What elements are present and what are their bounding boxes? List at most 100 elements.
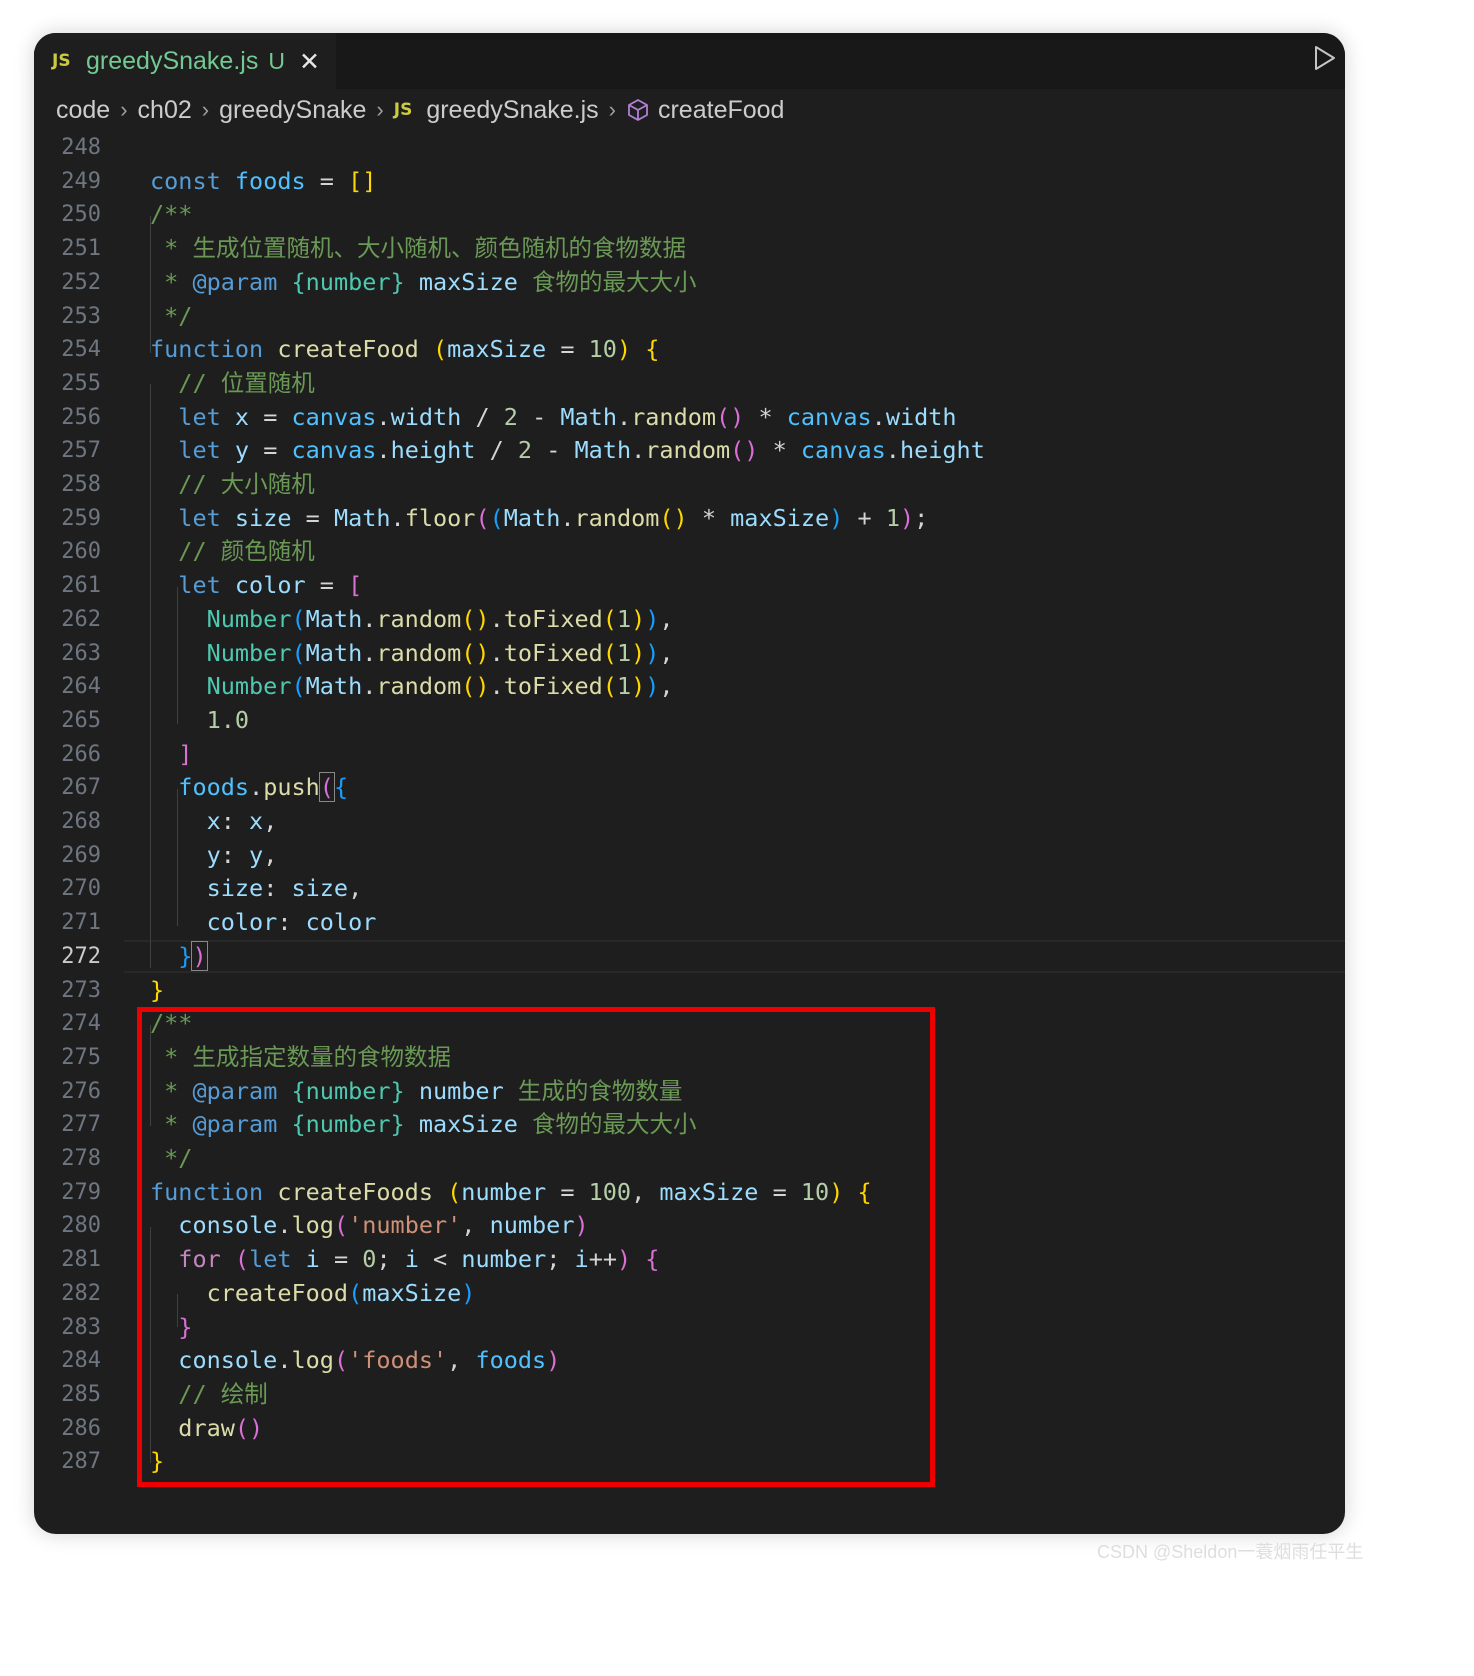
code-line[interactable]: 248 [34,131,1345,165]
breadcrumb-item-file[interactable]: greedySnake.js [426,96,598,125]
highlight-box [137,1007,935,1487]
code-token: / [461,402,504,431]
code-line[interactable]: 265 1.0 [34,704,1345,738]
code-token: random [574,503,660,532]
code-line[interactable]: 252 * @param {number} maxSize 食物的最大大小 [34,266,1345,300]
code-line[interactable]: 255 // 位置随机 [34,367,1345,401]
code-line[interactable]: 270 size: size, [34,872,1345,906]
code-token: maxSize [418,267,518,296]
line-number: 284 [61,1348,101,1374]
untracked-badge: U [268,47,285,74]
code-token: . [362,638,377,667]
code-token: Number [206,638,292,667]
code-text: let y = canvas.height / 2 - Math.random(… [150,434,985,468]
code-text: Number(Math.random().toFixed(1)), [150,670,674,704]
code-token: ] [178,739,193,768]
code-token: () [730,436,759,465]
code-token: foods [234,166,306,195]
line-number: 261 [61,573,101,599]
code-token: = [546,335,589,364]
code-token: ) [191,940,208,971]
code-line[interactable]: 267 foods.push({ [34,771,1345,805]
line-number: 269 [61,842,101,868]
code-token: 2 [503,402,518,431]
code-token: . [871,402,886,431]
code-token: . [489,604,504,633]
code-line[interactable]: 251 * 生成位置随机、大小随机、颜色随机的食物数据 [34,232,1345,266]
line-number: 263 [61,640,101,666]
code-token: + [843,503,886,532]
code-line[interactable]: 261 let color = [ [34,569,1345,603]
breadcrumb-item-ch02[interactable]: ch02 [138,96,192,125]
code-token: - [517,402,561,431]
tab-greedysnake-js[interactable]: JS greedySnake.js U ✕ [34,33,336,89]
code-line[interactable]: 249 const foods = [] [34,165,1345,199]
code-token: , [659,638,674,667]
code-token: . [362,672,377,701]
code-line[interactable]: 269 y: y, [34,839,1345,873]
code-token: ( [475,503,490,532]
code-line[interactable]: 271 color: color [34,906,1345,940]
code-token: = [305,571,349,600]
code-line[interactable]: 258 // 大小随机 [34,468,1345,502]
code-text: // 位置随机 [150,367,314,401]
code-line[interactable]: 272 }) [34,940,1345,974]
code-token: ( [602,672,617,701]
code-token: size [234,503,292,532]
code-token: ( [602,638,617,667]
breadcrumb-item-greedysnake[interactable]: greedySnake [219,96,366,125]
code-token: {number} [291,267,405,296]
code-line[interactable]: 260 // 颜色随机 [34,535,1345,569]
code-line[interactable]: 259 let size = Math.floor((Math.random()… [34,502,1345,536]
code-text: y: y, [150,839,278,873]
code-line[interactable]: 254 function createFood (maxSize = 10) { [34,333,1345,367]
breadcrumb-item-code[interactable]: code [56,96,110,125]
code-text: /** [150,198,192,232]
code-token: () [659,503,688,532]
code-token: toFixed [503,604,603,633]
code-token: let [178,503,221,532]
code-line[interactable]: 250 /** [34,198,1345,232]
code-line[interactable]: 266 ] [34,738,1345,772]
code-token: maxSize [447,335,547,364]
code-text: }) [150,940,208,974]
code-token: height [390,436,476,465]
code-token: . [362,604,377,633]
code-token: canvas [786,402,872,431]
code-token: . [885,436,900,465]
run-icon[interactable] [1309,43,1339,73]
code-line[interactable]: 253 */ [34,300,1345,334]
code-token: { [333,773,349,802]
code-text: Number(Math.random().toFixed(1)), [150,603,674,637]
breadcrumb-item-symbol[interactable]: createFood [658,96,784,125]
code-token: [] [348,166,377,195]
code-line[interactable]: 273} [34,974,1345,1008]
code-line[interactable]: 256 let x = canvas.width / 2 - Math.rand… [34,401,1345,435]
code-line[interactable]: 264 Number(Math.random().toFixed(1)), [34,670,1345,704]
code-token: canvas [800,436,886,465]
code-token: Number [206,672,292,701]
chevron-right-icon: › [608,97,616,122]
line-number: 250 [61,202,101,228]
code-line[interactable]: 257 let y = canvas.height / 2 - Math.ran… [34,434,1345,468]
line-number: 265 [61,707,101,733]
chevron-right-icon: › [201,97,210,122]
line-number: 270 [61,876,101,902]
code-line[interactable]: 263 Number(Math.random().toFixed(1)), [34,637,1345,671]
close-icon[interactable]: ✕ [299,47,320,76]
code-token: ) [645,604,660,633]
code-token: . [489,672,504,701]
code-token: ( [291,638,306,667]
code-line[interactable]: 268 x: x, [34,805,1345,839]
code-line[interactable]: 262 Number(Math.random().toFixed(1)), [34,603,1345,637]
code-token: // 大小随机 [178,470,315,498]
